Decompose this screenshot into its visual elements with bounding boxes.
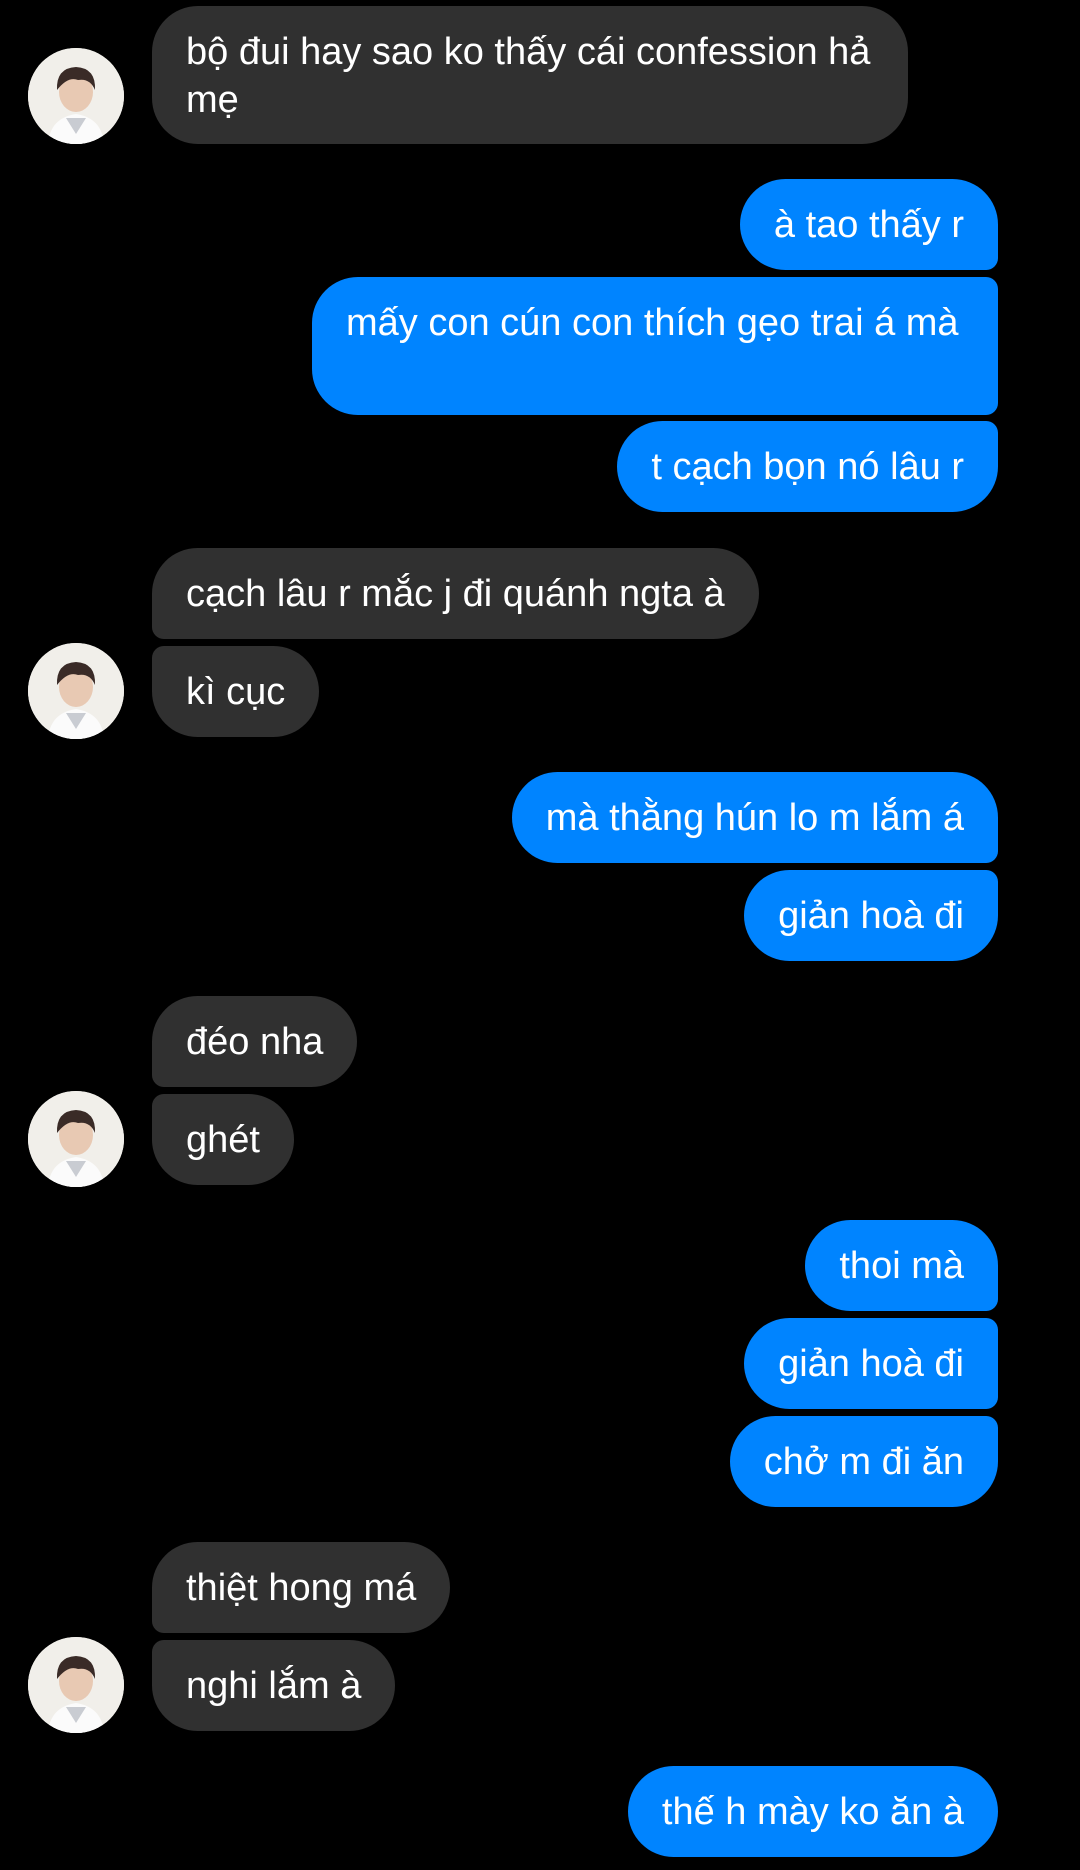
- contact-avatar[interactable]: [28, 1637, 124, 1733]
- avatar-photo-icon: [28, 1091, 124, 1187]
- message-bubble-incoming[interactable]: thiệt hong má: [152, 1542, 451, 1633]
- message-bubble-outgoing[interactable]: giản hoà đi: [744, 870, 998, 961]
- message-bubble-outgoing[interactable]: thoi mà: [805, 1220, 998, 1311]
- contact-avatar[interactable]: [28, 1091, 124, 1187]
- avatar-photo-icon: [28, 1637, 124, 1733]
- message-bubble-incoming[interactable]: ghét: [152, 1094, 294, 1185]
- message-bubble-outgoing[interactable]: t cạch bọn nó lâu r: [617, 421, 998, 512]
- message-bubble-incoming[interactable]: cạch lâu r mắc j đi quánh ngta à: [152, 548, 759, 639]
- message-bubble-outgoing[interactable]: à tao thấy r: [739, 179, 998, 270]
- avatar-photo-icon: [28, 643, 124, 739]
- message-bubble-incoming[interactable]: đéo nha: [152, 996, 358, 1087]
- message-bubble-incoming[interactable]: kì cục: [152, 646, 320, 737]
- message-bubble-outgoing[interactable]: chở m đi ăn: [729, 1416, 998, 1507]
- message-bubble-outgoing[interactable]: mấy con cún con thích gẹo trai á mà: [312, 277, 998, 415]
- avatar-photo-icon: [28, 48, 124, 144]
- message-bubble-incoming[interactable]: bộ đui hay sao ko thấy cái confession hả…: [152, 6, 908, 144]
- contact-avatar[interactable]: [28, 48, 124, 144]
- contact-avatar[interactable]: [28, 643, 124, 739]
- message-bubble-incoming[interactable]: nghi lắm à: [152, 1640, 396, 1731]
- message-bubble-outgoing[interactable]: mà thằng hún lo m lắm á: [511, 772, 998, 863]
- message-bubble-outgoing[interactable]: giản hoà đi: [744, 1318, 998, 1409]
- message-bubble-outgoing[interactable]: thế h mày ko ăn à: [627, 1766, 998, 1857]
